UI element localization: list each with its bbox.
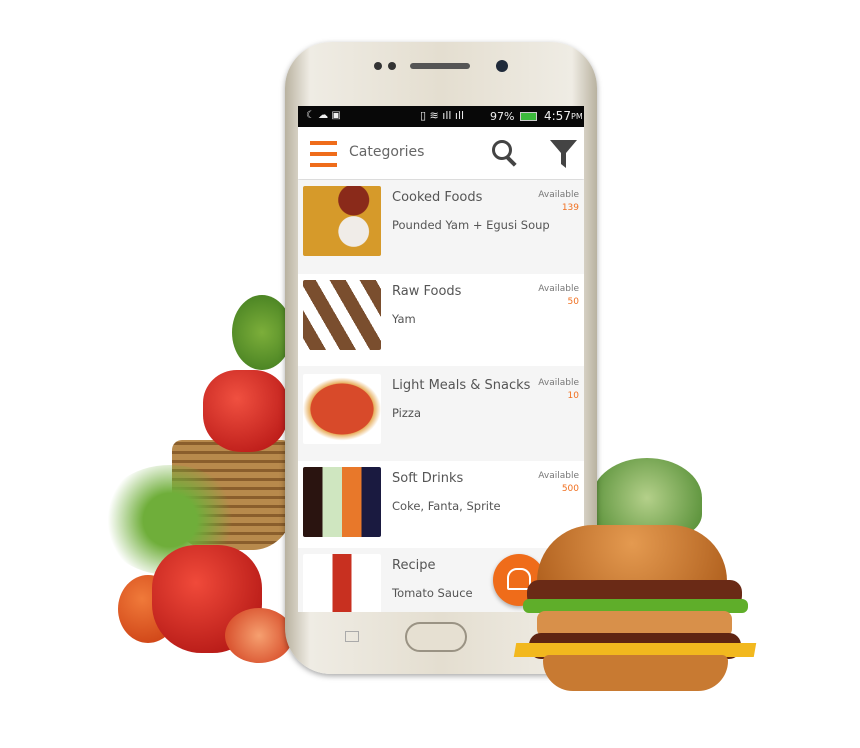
available-label: Available xyxy=(538,190,579,200)
available-count: 500 xyxy=(561,484,579,494)
hamburger-icon[interactable] xyxy=(310,141,337,167)
clock: 4:57 xyxy=(544,109,571,123)
cooked-foods-image xyxy=(303,186,381,256)
pizza-image xyxy=(303,374,381,444)
available-count: 50 xyxy=(567,297,579,307)
soft-drinks-image xyxy=(303,467,381,537)
recipe-image xyxy=(303,554,381,612)
category-title: Raw Foods xyxy=(392,284,462,299)
filter-icon[interactable] xyxy=(550,140,577,168)
category-title: Soft Drinks xyxy=(392,471,464,486)
category-subtitle: Pizza xyxy=(392,406,421,420)
front-camera-icon xyxy=(496,60,508,72)
category-title: Cooked Foods xyxy=(392,190,483,205)
burger-image xyxy=(513,525,757,695)
available-label: Available xyxy=(538,378,579,388)
broccoli-image xyxy=(232,295,292,370)
tomato-slice-image xyxy=(225,608,293,663)
battery-percent: 97% xyxy=(490,110,515,123)
available-count: 10 xyxy=(567,391,579,401)
category-row[interactable]: Raw Foods Yam Available 50 xyxy=(298,274,584,366)
available-count: 139 xyxy=(561,203,579,213)
status-bar: ☾ ☁ ▣ ▯ ≋ ıll ıll 97% 4:57 PM xyxy=(298,106,584,127)
search-icon[interactable] xyxy=(492,140,520,168)
category-subtitle: Coke, Fanta, Sprite xyxy=(392,499,501,513)
category-subtitle: Pounded Yam + Egusi Soup xyxy=(392,218,550,232)
home-button[interactable] xyxy=(405,622,467,652)
category-row[interactable]: Light Meals & Snacks Pizza Available 10 xyxy=(298,368,584,460)
category-title: Light Meals & Snacks xyxy=(392,378,531,393)
battery-icon xyxy=(520,112,537,121)
camera-icon xyxy=(374,62,382,70)
camera-icon xyxy=(388,62,396,70)
page-title: Categories xyxy=(349,144,425,160)
raw-foods-image xyxy=(303,280,381,350)
signal-icons: ▯ ≋ ıll ıll xyxy=(420,109,465,122)
category-subtitle: Yam xyxy=(392,312,416,326)
available-label: Available xyxy=(538,471,579,481)
speaker-grille xyxy=(410,63,470,69)
red-pepper-image xyxy=(203,370,288,452)
available-label: Available xyxy=(538,284,579,294)
notification-icons: ☾ ☁ ▣ xyxy=(306,110,341,121)
clock-ampm: PM xyxy=(571,112,583,121)
category-row[interactable]: Cooked Foods Pounded Yam + Egusi Soup Av… xyxy=(298,180,584,272)
app-bar: Categories xyxy=(298,127,584,179)
category-title: Recipe xyxy=(392,558,436,573)
recent-apps-button[interactable] xyxy=(345,631,359,642)
category-subtitle: Tomato Sauce xyxy=(392,586,473,600)
